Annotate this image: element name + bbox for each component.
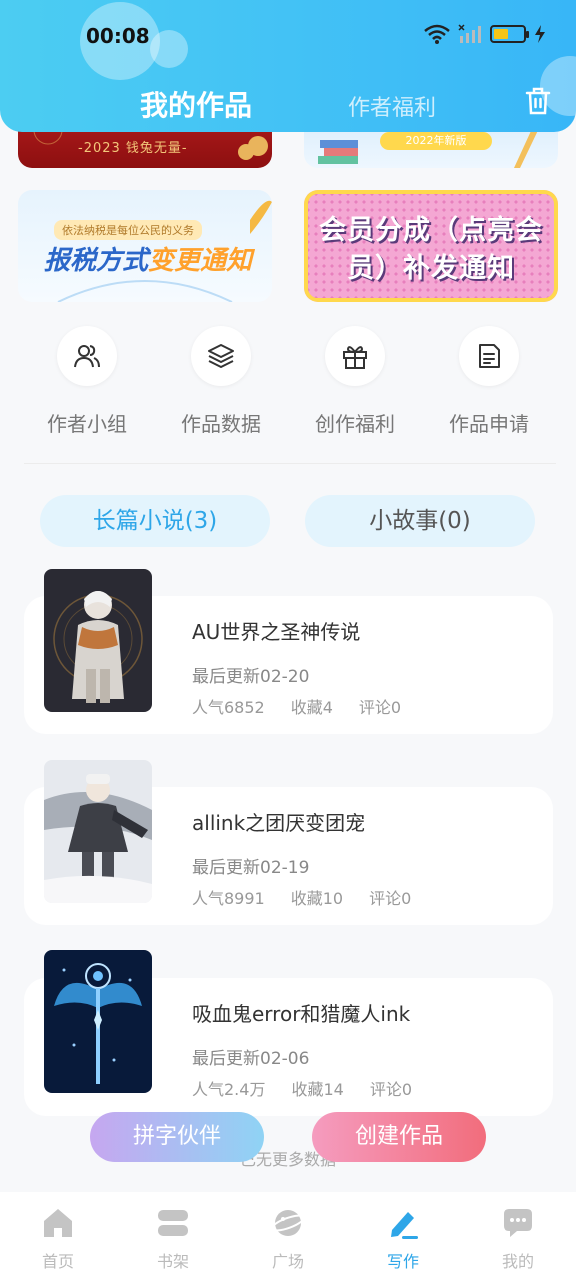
planet-icon: [270, 1210, 306, 1236]
work-title: 吸血鬼error和猎魔人ink: [192, 1002, 411, 1026]
work-updated: 最后更新02-19: [192, 858, 310, 878]
work-comments: 评论0: [369, 889, 412, 908]
partner-button[interactable]: 拼字伙伴: [90, 1112, 264, 1162]
tab-author-benefits[interactable]: 作者福利: [348, 90, 436, 122]
work-popularity: 人气8991: [192, 889, 265, 908]
header: 00:08 我的作品 作者福利: [0, 0, 576, 132]
action-work-application[interactable]: 作品申请: [429, 326, 549, 437]
banner-new-year-text: -2023 钱兔无量-: [78, 141, 188, 156]
page: 00:08 我的作品 作者福利 -2023 钱兔无量- 2022年新版 依法纳税…: [0, 0, 576, 1280]
banner-tax-title: 报税方式变更通知: [44, 240, 252, 277]
work-stats: 人气8991 收藏10 评论0: [192, 885, 411, 909]
banner-2022-pill: 2022年新版: [380, 132, 492, 150]
nav-home[interactable]: 首页: [8, 1206, 108, 1272]
bookshelf-icon: [158, 1210, 188, 1236]
pen-icon: [391, 1212, 418, 1239]
work-cover-image[interactable]: [44, 760, 152, 903]
create-work-button[interactable]: 创建作品: [312, 1112, 486, 1162]
action-label: 作品申请: [449, 412, 529, 436]
banner-tax-title-part2: 变更通知: [148, 246, 253, 276]
nav-label: 写作: [386, 1252, 419, 1271]
work-comments: 评论0: [369, 1080, 413, 1099]
nav-label: 首页: [41, 1252, 74, 1271]
charging-icon: [535, 25, 545, 43]
action-work-data[interactable]: 作品数据: [161, 326, 281, 437]
work-title: allink之团厌变团宠: [192, 811, 366, 835]
signal-icon: [458, 24, 481, 43]
battery-icon: [490, 25, 529, 43]
work-favorites: 收藏4: [290, 698, 333, 717]
work-cover-image[interactable]: [44, 569, 152, 712]
document-icon: [459, 326, 519, 386]
work-stats: 人气2.4万 收藏14 评论0: [192, 1076, 412, 1100]
chat-icon: [504, 1209, 532, 1237]
nav-bookshelf[interactable]: 书架: [123, 1206, 223, 1272]
tab-my-works[interactable]: 我的作品: [140, 84, 252, 124]
work-updated: 最后更新02-20: [192, 667, 310, 687]
nav-square[interactable]: 广场: [238, 1206, 338, 1272]
banner-tax-title-part1: 报税方式: [44, 246, 149, 276]
work-favorites: 收藏14: [291, 1080, 344, 1099]
action-label: 作品数据: [181, 412, 261, 436]
action-label: 作者小组: [47, 412, 127, 436]
divider: [24, 463, 556, 464]
nav-label: 我的: [501, 1252, 534, 1271]
nav-mine[interactable]: 我的: [468, 1206, 568, 1272]
nav-label: 书架: [156, 1252, 189, 1271]
users-icon: [57, 326, 117, 386]
work-favorites: 收藏10: [290, 889, 344, 908]
banner-tax-notice[interactable]: 依法纳税是每位公民的义务 报税方式变更通知: [18, 190, 272, 302]
bottom-nav: 首页 书架 广场 写作 我的: [0, 1192, 576, 1280]
banner-member-notice[interactable]: 会员分成（点亮会 员）补发通知: [304, 190, 558, 302]
work-updated: 最后更新02-06: [192, 1049, 310, 1069]
decor-bubble: [150, 30, 188, 68]
work-comments: 评论0: [358, 698, 402, 717]
action-author-group[interactable]: 作者小组: [27, 326, 147, 437]
layers-icon: [191, 326, 251, 386]
nav-write[interactable]: 写作: [353, 1206, 453, 1272]
work-cover-image[interactable]: [44, 950, 152, 1093]
action-creation-benefits[interactable]: 创作福利: [295, 326, 415, 437]
trash-icon[interactable]: [524, 86, 552, 116]
no-more-data-text: 已无更多数据: [239, 1150, 336, 1169]
tab-long-novels[interactable]: 长篇小说(3): [40, 495, 270, 547]
action-label: 创作福利: [315, 412, 395, 436]
work-title: AU世界之圣神传说: [192, 620, 361, 644]
banner-member-line1: 会员分成（点亮会: [319, 215, 543, 246]
work-stats: 人气6852 收藏4 评论0: [192, 694, 401, 718]
banner-member-line2: 员）补发通知: [347, 253, 515, 284]
nav-label: 广场: [271, 1252, 304, 1271]
gift-icon: [325, 326, 385, 386]
status-icons: [424, 24, 546, 44]
wifi-icon: [424, 24, 450, 44]
status-time: 00:08: [86, 24, 150, 48]
work-popularity: 人气6852: [192, 698, 265, 717]
banner-tax-small-text: 依法纳税是每位公民的义务: [54, 220, 202, 240]
banner-member-text: 会员分成（点亮会 员）补发通知: [304, 212, 558, 288]
work-popularity: 人气2.4万: [192, 1080, 266, 1099]
quick-actions: 作者小组 作品数据 创作福利 作品申请: [0, 326, 576, 446]
tab-short-stories[interactable]: 小故事(0): [305, 495, 535, 547]
home-icon: [44, 1209, 72, 1237]
